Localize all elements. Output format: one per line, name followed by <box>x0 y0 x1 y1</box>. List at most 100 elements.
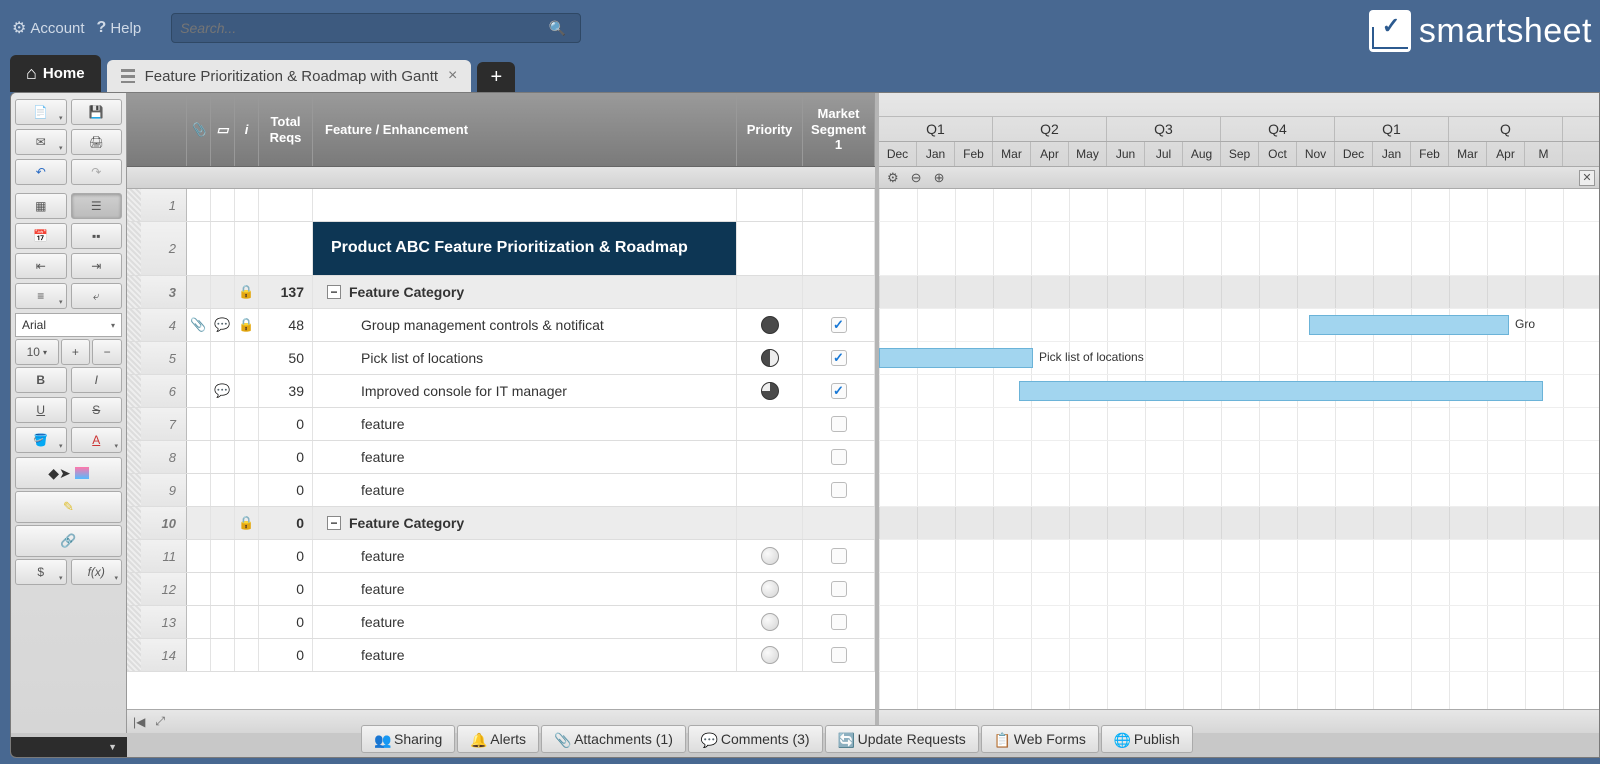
reqs-cell[interactable]: 39 <box>259 375 313 407</box>
segment-cell[interactable] <box>803 408 875 440</box>
checkbox-unchecked[interactable] <box>831 416 847 432</box>
close-gantt-button[interactable]: ✕ <box>1579 170 1595 186</box>
table-row[interactable]: 10🔒0−Feature Category <box>127 507 875 540</box>
collapse-icon[interactable]: − <box>327 285 341 299</box>
comments-button[interactable]: 💬Comments (3) <box>688 725 823 753</box>
feature-cell[interactable]: feature <box>313 606 737 638</box>
email-button[interactable]: ✉▾ <box>15 129 67 155</box>
checkbox-unchecked[interactable] <box>831 614 847 630</box>
underline-button[interactable]: U <box>15 397 67 423</box>
segment-cell[interactable]: ✓ <box>803 309 875 341</box>
font-select[interactable]: Arial▾ <box>15 313 122 337</box>
gantt-track[interactable] <box>879 474 1599 507</box>
priority-cell[interactable] <box>737 276 803 308</box>
link-button[interactable]: 🔗 <box>15 525 122 557</box>
table-row[interactable]: 3🔒137−Feature Category <box>127 276 875 309</box>
comment-cell[interactable] <box>211 342 235 374</box>
grid-body[interactable]: 12Product ABC Feature Prioritization & R… <box>127 189 875 709</box>
segment-cell[interactable] <box>803 276 875 308</box>
feature-cell[interactable]: feature <box>313 408 737 440</box>
segment-cell[interactable] <box>803 189 875 221</box>
bold-button[interactable]: B <box>15 367 67 393</box>
comment-cell[interactable] <box>211 441 235 473</box>
gantt-track[interactable]: Pick list of locations <box>879 342 1599 375</box>
priority-cell[interactable] <box>737 540 803 572</box>
gantt-body[interactable]: GroPick list of locations <box>879 189 1599 709</box>
reqs-cell[interactable] <box>259 189 313 221</box>
highlight-button[interactable]: ✎ <box>15 491 122 523</box>
scroll-start-icon[interactable]: |◀ <box>133 715 145 729</box>
table-row[interactable]: 140feature <box>127 639 875 672</box>
priority-cell[interactable] <box>737 573 803 605</box>
collapse-icon[interactable]: − <box>327 516 341 530</box>
gantt-track[interactable] <box>879 573 1599 606</box>
conditional-format-button[interactable]: ◆➤ <box>15 457 122 489</box>
outdent-button[interactable]: ⇤ <box>15 253 67 279</box>
checkbox-unchecked[interactable] <box>831 449 847 465</box>
gantt-track[interactable] <box>879 276 1599 309</box>
harvey-ball-icon[interactable] <box>761 382 779 400</box>
alerts-button[interactable]: 🔔Alerts <box>457 725 539 753</box>
feature-cell[interactable]: feature <box>313 540 737 572</box>
help-link[interactable]: Help <box>97 19 142 37</box>
strikethrough-button[interactable]: S <box>71 397 123 423</box>
attach-cell[interactable] <box>187 342 211 374</box>
attach-cell[interactable] <box>187 189 211 221</box>
feature-cell[interactable]: Pick list of locations <box>313 342 737 374</box>
segment-header[interactable]: MarketSegment1 <box>803 93 875 166</box>
comment-cell[interactable] <box>211 276 235 308</box>
attach-cell[interactable] <box>187 222 211 275</box>
reqs-cell[interactable] <box>259 222 313 275</box>
zoom-in-icon[interactable]: ⊕ <box>934 170 945 186</box>
gantt-track[interactable] <box>879 189 1599 222</box>
feature-cell[interactable]: feature <box>313 441 737 473</box>
segment-cell[interactable] <box>803 507 875 539</box>
attach-cell[interactable] <box>187 639 211 671</box>
gantt-settings-icon[interactable]: ⚙ <box>887 170 899 186</box>
segment-cell[interactable]: ✓ <box>803 375 875 407</box>
publish-button[interactable]: 🌐Publish <box>1101 725 1193 753</box>
reqs-cell[interactable]: 0 <box>259 540 313 572</box>
print-button[interactable]: 🖨 <box>71 129 123 155</box>
checkbox-checked[interactable]: ✓ <box>831 383 847 399</box>
priority-cell[interactable] <box>737 606 803 638</box>
sharing-button[interactable]: 👥Sharing <box>361 725 455 753</box>
gantt-bar[interactable] <box>1019 381 1543 401</box>
indent-button[interactable]: ⇥ <box>71 253 123 279</box>
harvey-ball-icon[interactable] <box>761 349 779 367</box>
gantt-track[interactable] <box>879 507 1599 540</box>
comment-cell[interactable]: 💬 <box>211 375 235 407</box>
checkbox-unchecked[interactable] <box>831 548 847 564</box>
table-row[interactable]: 6💬39Improved console for IT manager✓ <box>127 375 875 408</box>
align-button[interactable]: ≡▾ <box>15 283 67 309</box>
checkbox-checked[interactable]: ✓ <box>831 317 847 333</box>
attach-cell[interactable] <box>187 606 211 638</box>
gantt-bar[interactable] <box>1309 315 1509 335</box>
italic-button[interactable]: I <box>71 367 123 393</box>
priority-cell[interactable] <box>737 375 803 407</box>
harvey-ball-icon[interactable] <box>761 646 779 664</box>
reqs-cell[interactable]: 0 <box>259 507 313 539</box>
checkbox-unchecked[interactable] <box>831 482 847 498</box>
update-requests-button[interactable]: 🔄Update Requests <box>825 725 979 753</box>
table-row[interactable]: 90feature <box>127 474 875 507</box>
attach-cell[interactable] <box>187 573 211 605</box>
attach-cell[interactable] <box>187 375 211 407</box>
reqs-cell[interactable]: 0 <box>259 639 313 671</box>
calendar-view-button[interactable]: 📅 <box>15 223 67 249</box>
feature-cell[interactable]: Improved console for IT manager <box>313 375 737 407</box>
reqs-cell[interactable]: 0 <box>259 408 313 440</box>
feature-cell[interactable]: feature <box>313 474 737 506</box>
sheet-tab[interactable]: Feature Prioritization & Roadmap with Ga… <box>107 60 472 92</box>
undo-button[interactable]: ↶ <box>15 159 67 185</box>
account-link[interactable]: Account <box>12 18 85 38</box>
redo-button[interactable]: ↷ <box>71 159 123 185</box>
gantt-track[interactable] <box>879 540 1599 573</box>
priority-cell[interactable] <box>737 474 803 506</box>
comment-cell[interactable] <box>211 222 235 275</box>
currency-button[interactable]: $▾ <box>15 559 67 585</box>
wrap-button[interactable]: ⤶ <box>71 283 123 309</box>
increase-font-button[interactable]: + <box>61 339 91 365</box>
gantt-track[interactable]: Gro <box>879 309 1599 342</box>
priority-cell[interactable] <box>737 408 803 440</box>
